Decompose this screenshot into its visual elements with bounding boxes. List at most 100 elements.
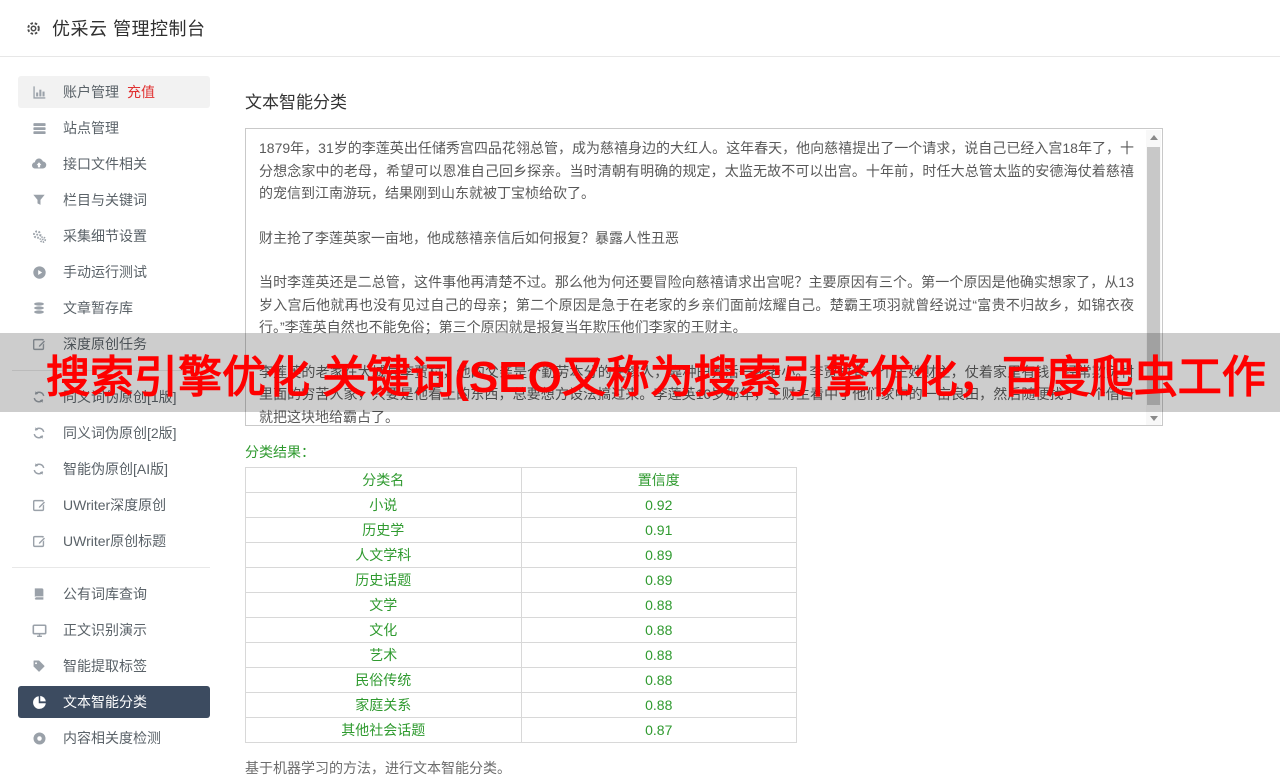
sidebar-item-label: 智能伪原创[AI版] <box>63 459 168 479</box>
sidebar-item-label: 接口文件相关 <box>63 154 147 174</box>
gear-icon <box>25 20 42 37</box>
sidebar-item[interactable]: 接口文件相关 <box>18 148 210 180</box>
refresh-icon <box>30 462 48 476</box>
target-icon <box>30 731 48 746</box>
category-cell: 文学 <box>246 593 522 618</box>
monitor-icon <box>30 623 48 638</box>
sidebar-item[interactable]: 内容相关度检测 <box>18 722 210 745</box>
sidebar-item-label: 同义词伪原创[2版] <box>63 423 177 443</box>
document-paragraph: 1879年，31岁的李莲英出任储秀宫四品花翎总管，成为慈禧身边的大红人。这年春天… <box>259 137 1134 205</box>
cloud-upload-icon <box>30 156 48 172</box>
table-body: 小说0.92历史学0.91人文学科0.89历史话题0.89文学0.88文化0.8… <box>246 493 797 743</box>
refresh-icon <box>30 426 48 440</box>
recharge-link[interactable]: 充值 <box>127 82 155 102</box>
category-cell: 家庭关系 <box>246 693 522 718</box>
category-cell: 小说 <box>246 493 522 518</box>
sidebar-item-label: 公有词库查询 <box>63 584 147 604</box>
category-cell: 文化 <box>246 618 522 643</box>
sidebar-item-label: 智能提取标签 <box>63 656 147 676</box>
sidebar-item[interactable]: 智能伪原创[AI版] <box>18 453 210 485</box>
scroll-up-button[interactable] <box>1146 130 1161 145</box>
sidebar-item-label: 文章暂存库 <box>63 298 133 318</box>
classification-table: 分类名置信度 小说0.92历史学0.91人文学科0.89历史话题0.89文学0.… <box>245 467 797 743</box>
table-row: 民俗传统0.88 <box>246 668 797 693</box>
app-title: 优采云 管理控制台 <box>52 15 206 41</box>
gears-icon <box>30 228 48 244</box>
app-header: 优采云 管理控制台 <box>0 0 1280 57</box>
sidebar-item-label: 栏目与关键词 <box>63 190 147 210</box>
confidence-cell: 0.91 <box>521 518 797 543</box>
watermark-text: 搜索引擎优化 关键词(SEO又称为搜索引擎优化，百度爬虫工作 <box>0 341 1266 405</box>
table-row: 文学0.88 <box>246 593 797 618</box>
table-row: 小说0.92 <box>246 493 797 518</box>
table-row: 文化0.88 <box>246 618 797 643</box>
sidebar-item[interactable]: 文本智能分类 <box>18 686 210 718</box>
funnel-icon <box>30 193 48 207</box>
table-header-cell: 置信度 <box>521 468 797 493</box>
document-paragraph: 财主抢了李莲英家一亩地，他成慈禧亲信后如何报复？暴露人性丑恶 <box>259 227 1134 250</box>
sidebar-item[interactable]: UWriter深度原创 <box>18 489 210 521</box>
page-title: 文本智能分类 <box>245 88 1163 113</box>
watermark-overlay: 搜索引擎优化 关键词(SEO又称为搜索引擎优化，百度爬虫工作 <box>0 333 1280 412</box>
category-cell: 其他社会话题 <box>246 718 522 743</box>
play-circle-icon <box>30 265 48 280</box>
sidebar-item[interactable]: 正文识别演示 <box>18 614 210 646</box>
sidebar-item[interactable]: UWriter原创标题 <box>18 525 210 557</box>
triangle-down-icon <box>1150 416 1158 421</box>
sidebar-item[interactable]: 站点管理 <box>18 112 210 144</box>
category-cell: 人文学科 <box>246 543 522 568</box>
table-row: 历史学0.91 <box>246 518 797 543</box>
category-cell: 历史话题 <box>246 568 522 593</box>
sidebar-item-label: 文本智能分类 <box>63 692 147 712</box>
edit-icon <box>30 498 48 513</box>
sidebar-item-label: UWriter深度原创 <box>63 495 166 515</box>
sidebar-item-label: 站点管理 <box>63 118 119 138</box>
result-label: 分类结果： <box>245 442 1163 462</box>
site-list-icon <box>30 121 48 136</box>
confidence-cell: 0.87 <box>521 718 797 743</box>
footer-note: 基于机器学习的方法，进行文本智能分类。 <box>245 758 1163 778</box>
tag-icon <box>30 659 48 673</box>
confidence-cell: 0.89 <box>521 568 797 593</box>
category-cell: 艺术 <box>246 643 522 668</box>
sidebar-item-label: 手动运行测试 <box>63 262 147 282</box>
sidebar-item[interactable]: 同义词伪原创[2版] <box>18 417 210 449</box>
sidebar-item[interactable]: 栏目与关键词 <box>18 184 210 216</box>
sidebar-item[interactable]: 文章暂存库 <box>18 292 210 324</box>
sidebar-item[interactable]: 手动运行测试 <box>18 256 210 288</box>
table-row: 历史话题0.89 <box>246 568 797 593</box>
table-row: 人文学科0.89 <box>246 543 797 568</box>
sidebar-item-label: 采集细节设置 <box>63 226 147 246</box>
table-row: 艺术0.88 <box>246 643 797 668</box>
table-row: 其他社会话题0.87 <box>246 718 797 743</box>
confidence-cell: 0.88 <box>521 693 797 718</box>
sidebar-divider <box>12 567 210 568</box>
table-header-row: 分类名置信度 <box>246 468 797 493</box>
database-icon <box>30 301 48 315</box>
table-row: 家庭关系0.88 <box>246 693 797 718</box>
scroll-down-button[interactable] <box>1146 411 1161 426</box>
sidebar-item-label: 内容相关度检测 <box>63 728 161 745</box>
sidebar-item[interactable]: 账户管理充值 <box>18 76 210 108</box>
edit-icon <box>30 534 48 549</box>
category-cell: 民俗传统 <box>246 668 522 693</box>
document-paragraph: 当时李莲英还是二总管，这件事他再清楚不过。那么他为何还要冒险向慈禧请求出宫呢？主… <box>259 271 1134 339</box>
sidebar-item-label: UWriter原创标题 <box>63 531 166 551</box>
confidence-cell: 0.88 <box>521 643 797 668</box>
sidebar-item[interactable]: 公有词库查询 <box>18 578 210 610</box>
sidebar-item-label: 账户管理 <box>63 82 119 102</box>
sidebar-item[interactable]: 采集细节设置 <box>18 220 210 252</box>
sidebar-item-label: 正文识别演示 <box>63 620 147 640</box>
confidence-cell: 0.88 <box>521 668 797 693</box>
pie-chart-icon <box>30 695 48 710</box>
category-cell: 历史学 <box>246 518 522 543</box>
confidence-cell: 0.92 <box>521 493 797 518</box>
confidence-cell: 0.89 <box>521 543 797 568</box>
confidence-cell: 0.88 <box>521 618 797 643</box>
book-icon <box>30 587 48 601</box>
bar-chart-icon <box>30 85 48 100</box>
table-header-cell: 分类名 <box>246 468 522 493</box>
sidebar-item[interactable]: 智能提取标签 <box>18 650 210 682</box>
confidence-cell: 0.88 <box>521 593 797 618</box>
triangle-up-icon <box>1150 135 1158 140</box>
